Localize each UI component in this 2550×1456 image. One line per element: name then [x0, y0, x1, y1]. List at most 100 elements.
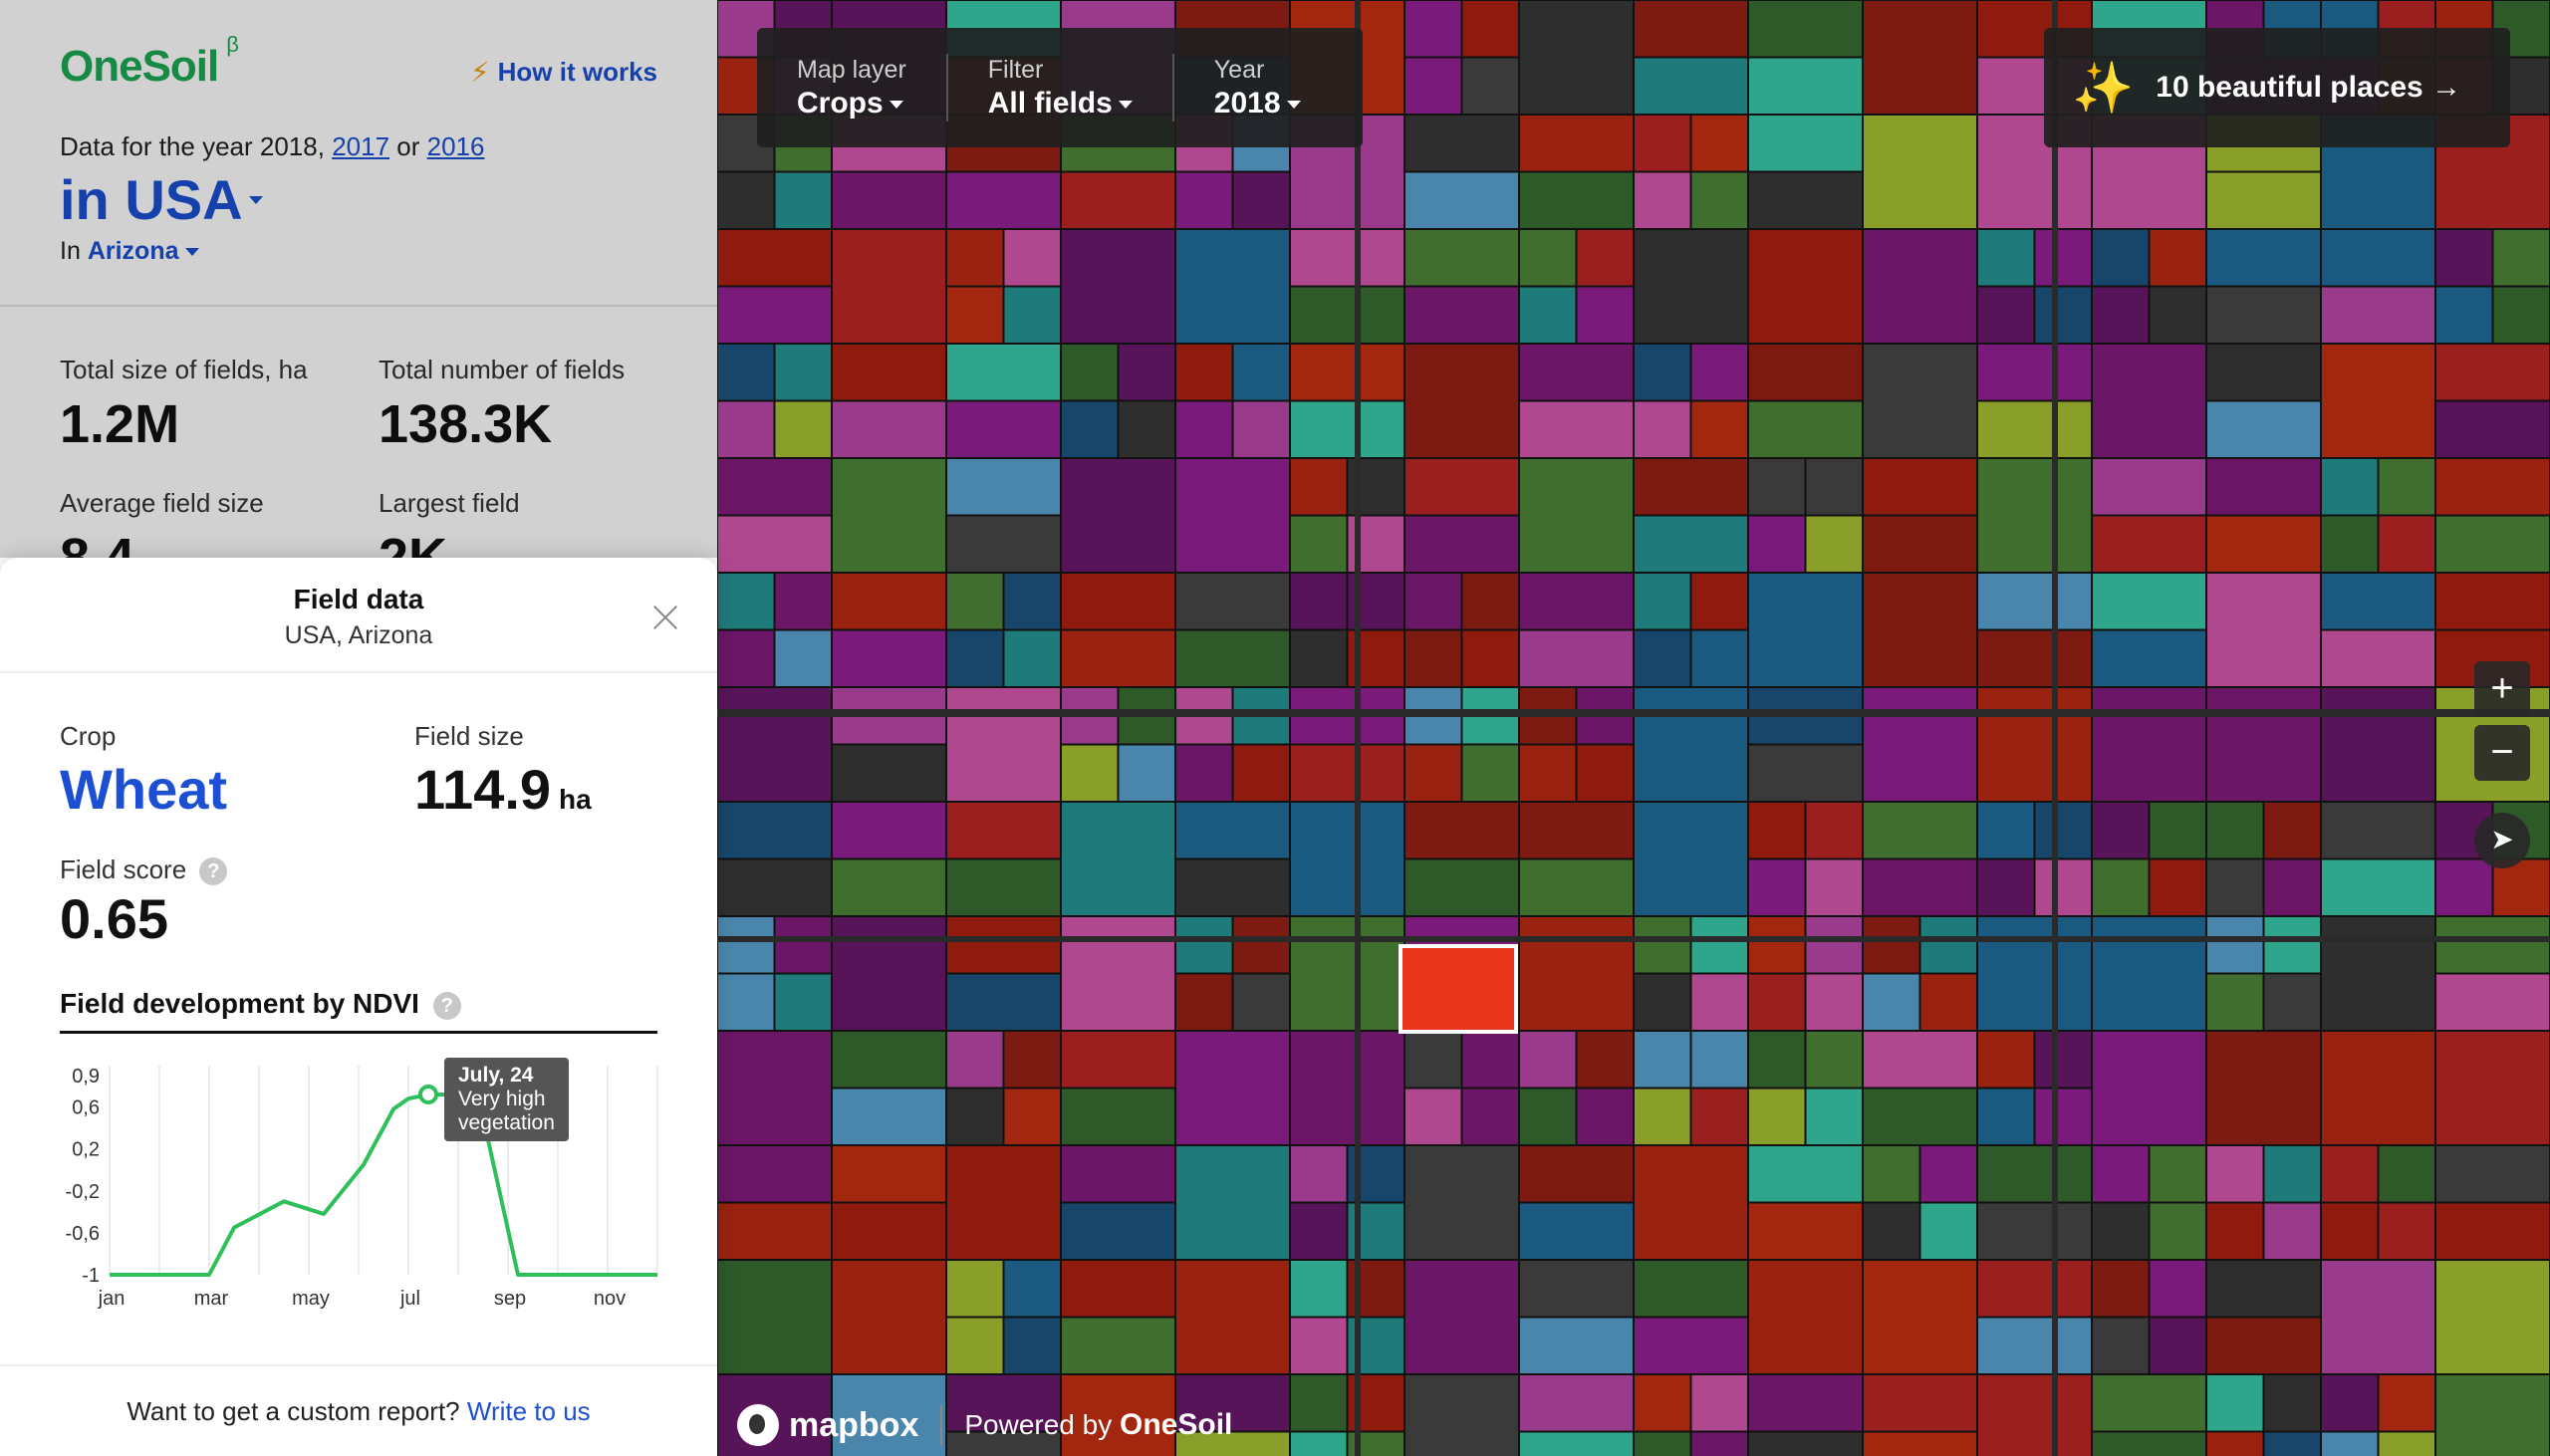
map-field[interactable]: [1804, 857, 1864, 917]
map-field[interactable]: [1289, 628, 1349, 688]
map-field[interactable]: [1862, 1373, 1978, 1433]
map-field[interactable]: [1689, 572, 1749, 631]
map-field[interactable]: [2320, 514, 2380, 574]
map-field[interactable]: [1633, 1316, 1749, 1375]
field-map[interactable]: [717, 0, 2550, 1456]
map-field[interactable]: [1689, 1373, 1749, 1433]
map-field[interactable]: [1633, 343, 1692, 402]
map-field[interactable]: [1174, 343, 1234, 402]
map-field[interactable]: [1289, 343, 1405, 402]
map-field[interactable]: [2434, 457, 2550, 517]
map-field[interactable]: [1976, 1373, 2093, 1456]
map-field[interactable]: [1976, 857, 2036, 917]
map-field[interactable]: [1689, 114, 1749, 173]
map-field[interactable]: [1918, 1144, 1978, 1204]
map-field[interactable]: [1060, 228, 1176, 345]
map-field[interactable]: [1518, 915, 1635, 1032]
map-field[interactable]: [2491, 228, 2550, 288]
map-field[interactable]: [2320, 343, 2436, 459]
map-field[interactable]: [1460, 572, 1520, 631]
map-field[interactable]: [831, 399, 947, 459]
map-field[interactable]: [717, 170, 776, 230]
map-field[interactable]: [773, 572, 833, 631]
map-field[interactable]: [2377, 1373, 2436, 1433]
map-field[interactable]: [1060, 1201, 1176, 1261]
map-field[interactable]: [1518, 1201, 1635, 1261]
map-field[interactable]: [1747, 1030, 1807, 1090]
map-field[interactable]: [2434, 285, 2494, 345]
map-field[interactable]: [1862, 686, 1978, 803]
selected-field[interactable]: [1399, 944, 1518, 1034]
map-field[interactable]: [1862, 114, 1978, 230]
beautiful-places-button[interactable]: ✨ 10 beautiful places →: [2044, 28, 2510, 147]
map-field[interactable]: [1633, 514, 1749, 574]
map-field[interactable]: [2205, 1373, 2265, 1433]
map-field[interactable]: [1060, 170, 1176, 230]
map-field[interactable]: [831, 857, 947, 917]
map-field[interactable]: [1002, 628, 1062, 688]
map-field[interactable]: [1862, 1030, 1978, 1090]
map-field[interactable]: [2091, 1430, 2207, 1456]
map-field[interactable]: [831, 457, 947, 574]
map-field[interactable]: [1689, 628, 1749, 688]
map-field[interactable]: [2205, 399, 2322, 459]
map-field[interactable]: [1060, 1030, 1176, 1090]
map-field[interactable]: [1747, 228, 1864, 345]
map-field[interactable]: [1060, 628, 1176, 688]
map-field[interactable]: [1060, 1316, 1176, 1375]
map-field[interactable]: [1060, 343, 1120, 402]
filter-selector[interactable]: Filter All fields: [988, 56, 1133, 121]
map-field[interactable]: [1747, 114, 1864, 173]
map-field[interactable]: [1060, 399, 1120, 459]
map-field[interactable]: [1804, 1087, 1864, 1146]
map-field[interactable]: [1862, 915, 1921, 975]
map-field[interactable]: [1231, 915, 1291, 975]
map-field[interactable]: [1633, 1430, 1692, 1456]
map-field[interactable]: [1862, 457, 1978, 517]
map-field[interactable]: [1518, 1087, 1578, 1146]
map-layer-selector[interactable]: Map layer Crops: [797, 56, 906, 121]
map-field[interactable]: [1633, 1144, 1749, 1261]
map-field[interactable]: [1976, 228, 2036, 288]
map-field[interactable]: [1060, 1259, 1176, 1319]
map-field[interactable]: [2320, 1430, 2380, 1456]
map-field[interactable]: [945, 343, 1062, 402]
map-field[interactable]: [1804, 457, 1864, 517]
map-field[interactable]: [2491, 285, 2550, 345]
map-field[interactable]: [831, 1144, 947, 1204]
map-field[interactable]: [2091, 628, 2207, 688]
map-field[interactable]: [1633, 1259, 1749, 1319]
map-field[interactable]: [2205, 1316, 2322, 1375]
map-field[interactable]: [1403, 514, 1520, 574]
map-field[interactable]: [1575, 1087, 1635, 1146]
map-field[interactable]: [773, 343, 833, 402]
map-field[interactable]: [1403, 1030, 1463, 1090]
year-selector[interactable]: Year 2018: [1214, 56, 1301, 121]
map-field[interactable]: [1460, 0, 1520, 59]
map-field[interactable]: [2091, 457, 2207, 517]
map-field[interactable]: [2091, 228, 2151, 288]
map-field[interactable]: [1518, 399, 1635, 459]
map-field[interactable]: [1575, 1030, 1635, 1090]
map-field[interactable]: [1747, 743, 1864, 803]
map-field[interactable]: [717, 915, 776, 975]
map-field[interactable]: [1060, 801, 1176, 917]
map-field[interactable]: [1747, 915, 1807, 975]
map-field[interactable]: [2091, 572, 2207, 631]
map-field[interactable]: [2320, 801, 2436, 860]
map-field[interactable]: [773, 399, 833, 459]
map-field[interactable]: [1976, 1087, 2036, 1146]
close-icon[interactable]: [649, 602, 681, 633]
map-field[interactable]: [1747, 1430, 1864, 1456]
map-field[interactable]: [1518, 1259, 1635, 1319]
map-field[interactable]: [1976, 1030, 2036, 1090]
map-field[interactable]: [2320, 572, 2436, 631]
map-field[interactable]: [2262, 1373, 2322, 1433]
map-field[interactable]: [1403, 1259, 1520, 1375]
map-field[interactable]: [2262, 1201, 2322, 1261]
map-field[interactable]: [1518, 1030, 1578, 1090]
map-field[interactable]: [1918, 915, 1978, 975]
map-field[interactable]: [1976, 1201, 2093, 1261]
map-field[interactable]: [1747, 56, 1864, 116]
map-field[interactable]: [2434, 915, 2550, 975]
